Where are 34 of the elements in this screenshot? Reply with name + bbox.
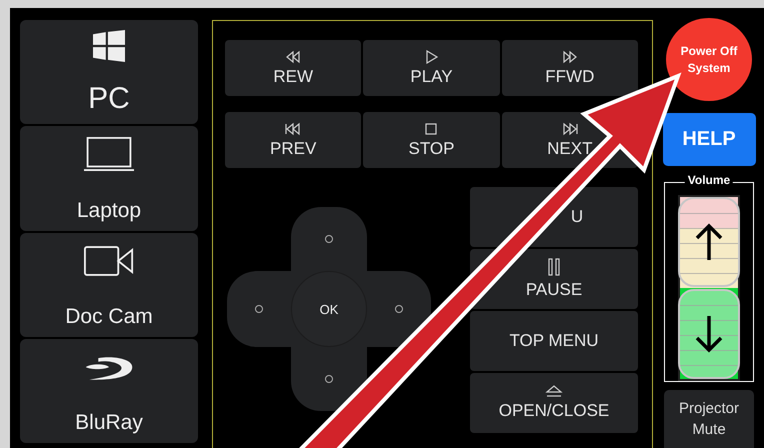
- source-button[interactable]: BluRay: [20, 338, 198, 443]
- ok-button[interactable]: OK: [291, 271, 367, 347]
- pause-icon: [548, 258, 560, 276]
- source-button[interactable]: Laptop: [20, 126, 198, 230]
- menu-button[interactable]: OPEN/CLOSE: [470, 373, 638, 433]
- transport-button[interactable]: PREV: [225, 112, 362, 168]
- source-label: PC: [88, 82, 130, 116]
- projector-mute-button[interactable]: Projector Mute: [664, 390, 754, 448]
- laptop-icon: [84, 136, 134, 172]
- down-arrow-icon: [694, 314, 724, 354]
- circle-icon: [325, 235, 333, 243]
- circle-icon: [395, 305, 403, 313]
- down-button[interactable]: [291, 347, 367, 411]
- source-label: BluRay: [75, 411, 143, 435]
- right-button[interactable]: [367, 271, 431, 347]
- windows-logo-icon: [93, 30, 125, 62]
- source-label: Doc Cam: [65, 304, 153, 329]
- help-button[interactable]: HELP: [662, 113, 756, 166]
- source-button[interactable]: Doc Cam: [20, 232, 198, 337]
- eject-icon: [545, 385, 563, 397]
- circle-icon: [255, 305, 263, 313]
- volume-up-button[interactable]: [678, 196, 740, 287]
- transport-button[interactable]: STOP: [363, 112, 500, 168]
- disc-logo-icon: [84, 354, 134, 381]
- up-arrow-icon: [694, 222, 724, 262]
- power-off-button[interactable]: Power Off System: [666, 18, 752, 102]
- source-label: Laptop: [76, 198, 142, 222]
- source-button[interactable]: PC: [20, 20, 198, 124]
- menu-button[interactable]: TOP MENU: [470, 311, 638, 371]
- volume-title: Volume: [684, 172, 734, 187]
- transport-button[interactable]: REW: [225, 40, 362, 96]
- circle-icon: [325, 375, 333, 383]
- transport-button[interactable]: FFWD: [502, 40, 638, 96]
- transport-button[interactable]: PLAY: [363, 40, 500, 96]
